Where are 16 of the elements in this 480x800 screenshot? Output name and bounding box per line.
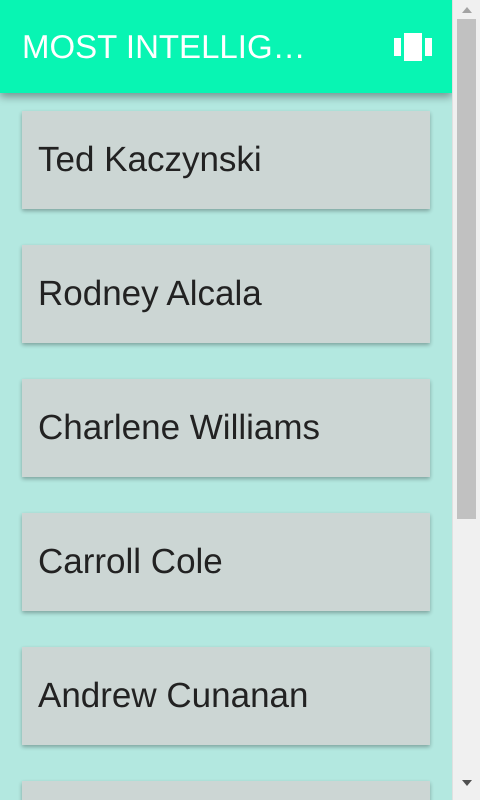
list-card[interactable]: Ted Kaczynski — [22, 111, 430, 209]
scroll-up-icon[interactable] — [462, 7, 472, 13]
list-card[interactable]: Rodney Alcala — [22, 245, 430, 343]
person-name: Charlene Williams — [38, 408, 320, 448]
list-card[interactable]: Andrew Cunanan — [22, 647, 430, 745]
carousel-icon[interactable] — [394, 32, 432, 60]
list-card[interactable]: Charlene Williams — [22, 379, 430, 477]
person-name: Carroll Cole — [38, 542, 223, 582]
list-card[interactable]: Carroll Cole — [22, 513, 430, 611]
app-title: MOST INTELLIG… — [22, 28, 306, 66]
scrollbar[interactable] — [452, 0, 480, 800]
person-name: Rodney Alcala — [38, 274, 262, 314]
person-name: Ted Kaczynski — [38, 140, 262, 180]
person-name: Andrew Cunanan — [38, 676, 308, 716]
scroll-down-icon[interactable] — [462, 780, 472, 786]
scroll-thumb[interactable] — [457, 19, 476, 519]
